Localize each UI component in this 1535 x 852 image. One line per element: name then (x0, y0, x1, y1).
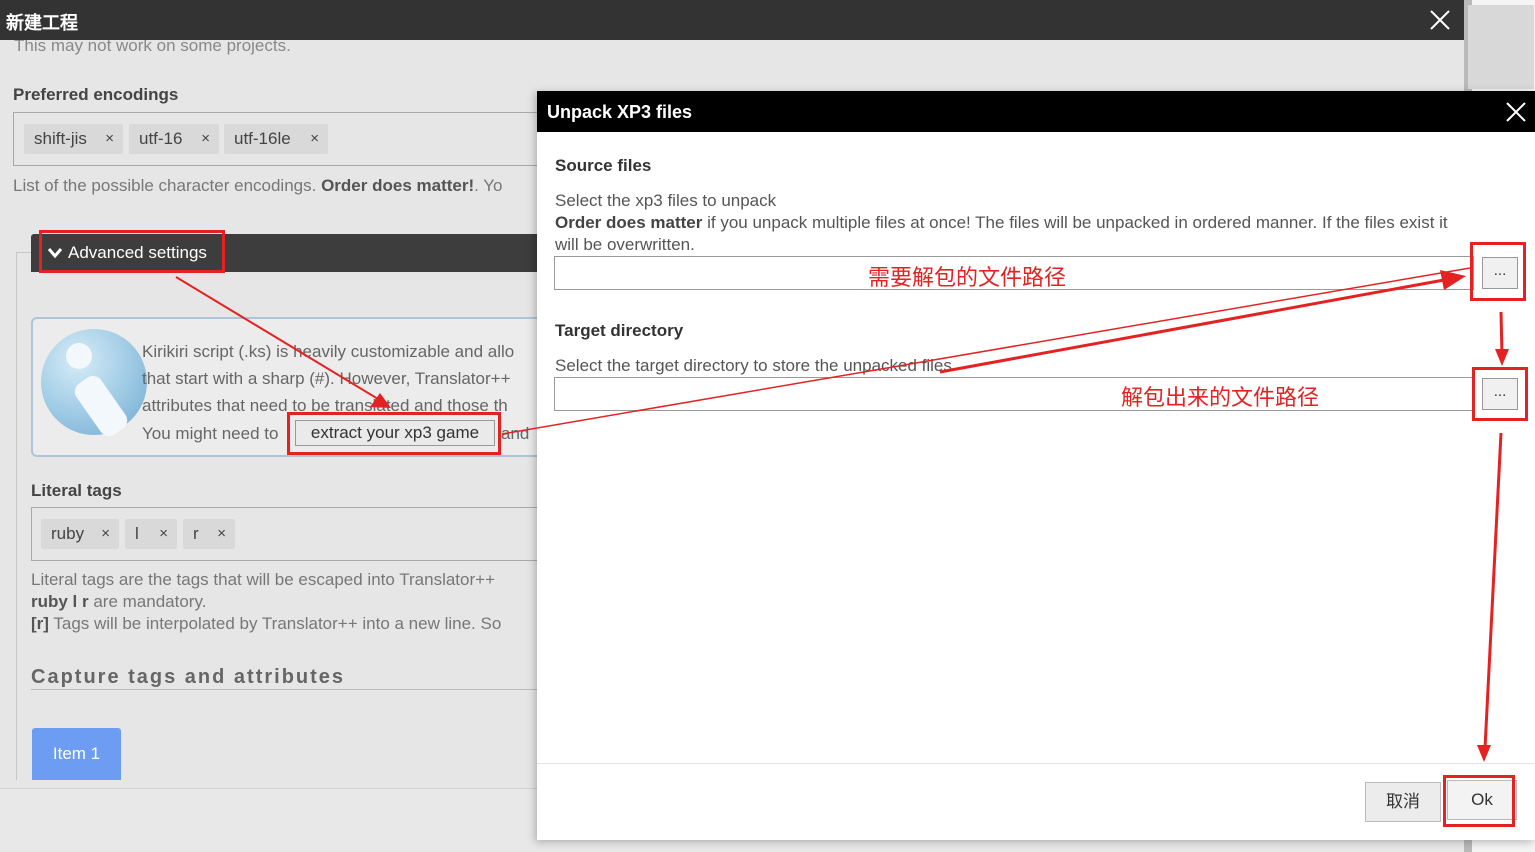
highlight-ok (1443, 775, 1515, 827)
scrollbar-thumb[interactable] (1468, 5, 1534, 89)
tab-item-1[interactable]: Item 1 (32, 728, 121, 780)
encodings-tag-input[interactable]: shift-jis × utf-16 × utf-16le × (13, 112, 553, 166)
literal-tags-input[interactable]: ruby × l × r × (31, 507, 551, 561)
literal-help: Literal tags are the tags that will be e… (31, 570, 495, 589)
new-project-titlebar: 新建工程 (0, 0, 1464, 40)
encoding-chip: shift-jis × (24, 124, 123, 154)
unpack-xp3-dialog: Unpack XP3 files Source files Select the… (537, 91, 1535, 840)
literal-tags-label: Literal tags (31, 481, 122, 500)
close-icon[interactable] (1424, 4, 1456, 36)
help-text: are mandatory. (88, 592, 207, 611)
unpack-footer: 取消 Ok (537, 763, 1535, 840)
info-text: You might need to (142, 424, 279, 443)
source-files-note-2: will be overwritten. (555, 235, 695, 254)
unpack-title: Unpack XP3 files (547, 102, 693, 122)
highlight-browse-target (1472, 367, 1528, 421)
info-text: and (501, 424, 530, 443)
literal-help: [r] Tags will be interpolated by Transla… (31, 614, 501, 634)
literal-tag-chip: ruby × (41, 519, 119, 549)
chip-label: utf-16le (234, 129, 291, 148)
highlight-browse-source (1470, 242, 1526, 301)
help-text: List of the possible character encodings… (13, 176, 322, 195)
chip-remove-icon[interactable]: × (217, 519, 226, 549)
help-emphasis: Order does matter! (321, 176, 475, 195)
chip-remove-icon[interactable]: × (101, 519, 110, 549)
target-directory-desc: Select the target directory to store the… (555, 356, 952, 375)
encoding-chip: utf-16le × (224, 124, 328, 154)
chip-label: utf-16 (139, 129, 183, 148)
note-emphasis: Order does matter (555, 213, 703, 232)
divider (31, 689, 551, 690)
new-project-title: 新建工程 (6, 13, 78, 33)
target-annotation: 解包出来的文件路径 (1121, 385, 1320, 410)
help-emphasis: [r] (31, 614, 49, 633)
source-files-label: Source files (555, 156, 652, 175)
preferred-encodings-label: Preferred encodings (13, 85, 179, 104)
chip-remove-icon[interactable]: × (105, 124, 114, 154)
chip-label: r (193, 524, 199, 543)
chip-label: ruby (51, 524, 85, 543)
source-annotation: 需要解包的文件路径 (868, 265, 1067, 290)
chip-remove-icon[interactable]: × (310, 124, 319, 154)
target-directory-label: Target directory (555, 321, 684, 340)
encodings-help: List of the possible character encodings… (13, 176, 503, 196)
info-icon-dot (66, 343, 92, 369)
source-files-desc: Select the xp3 files to unpack (555, 191, 777, 210)
highlight-extract (287, 412, 501, 455)
help-text: Tags will be interpolated by Translator+… (48, 614, 502, 633)
faded-note: This may not work on some projects. (14, 40, 291, 55)
literal-tag-chip: r × (183, 519, 235, 549)
help-text: . Yo (474, 176, 503, 195)
cancel-button[interactable]: 取消 (1365, 782, 1441, 822)
chip-label: shift-jis (34, 129, 87, 148)
source-files-note: Order does matter if you unpack multiple… (555, 213, 1448, 233)
chip-label: l (135, 524, 139, 543)
literal-help: ruby l r are mandatory. (31, 592, 206, 612)
info-text: that start with a sharp (#). However, Tr… (142, 369, 511, 388)
literal-tag-chip: l × (125, 519, 177, 549)
target-directory-input[interactable] (554, 377, 1474, 411)
help-emphasis: ruby l r (31, 592, 89, 611)
highlight-advanced (39, 230, 225, 273)
close-icon[interactable] (1503, 99, 1529, 125)
note-text: if you unpack multiple files at once! Th… (702, 213, 1448, 232)
capture-heading: Capture tags and attributes (31, 666, 346, 688)
chip-remove-icon[interactable]: × (159, 519, 168, 549)
info-text: Kirikiri script (.ks) is heavily customi… (142, 342, 515, 361)
encoding-chip: utf-16 × (129, 124, 219, 154)
chip-remove-icon[interactable]: × (201, 124, 210, 154)
unpack-titlebar: Unpack XP3 files (537, 91, 1535, 132)
